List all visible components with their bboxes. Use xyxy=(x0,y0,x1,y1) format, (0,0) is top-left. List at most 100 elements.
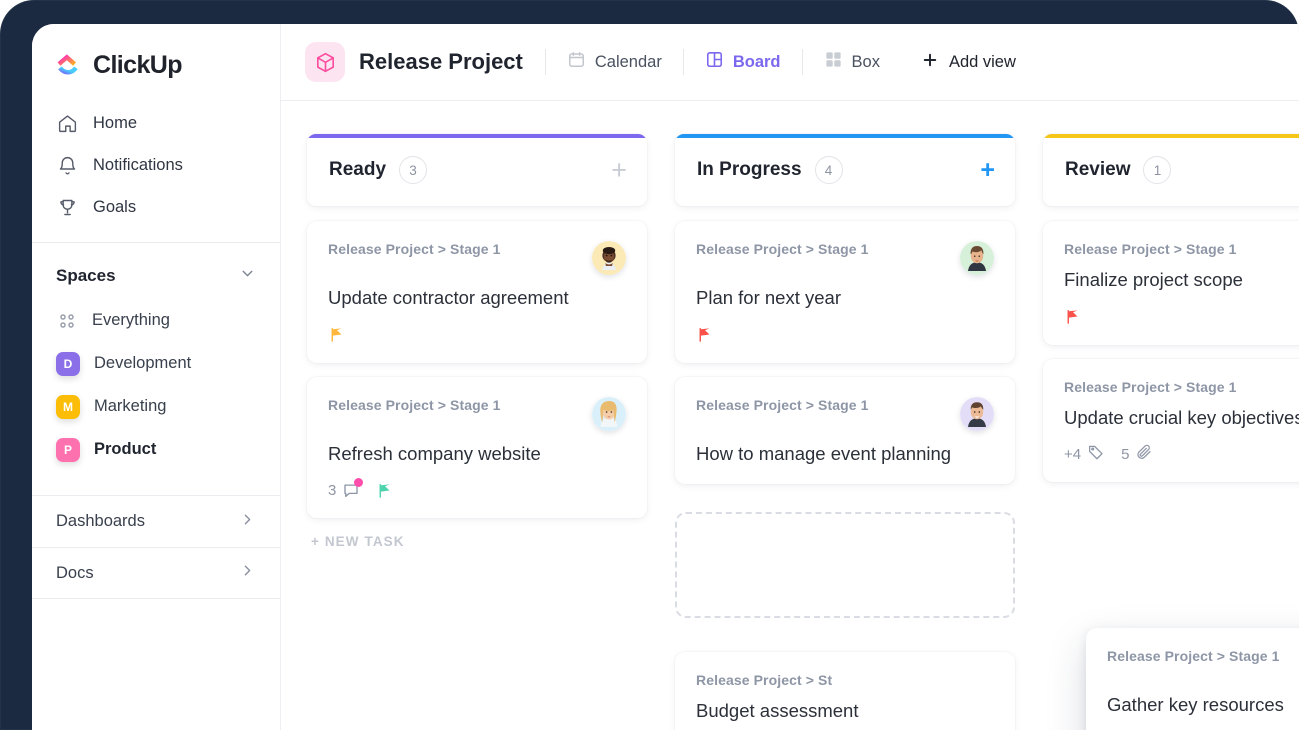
comment-count-value: 3 xyxy=(328,481,337,499)
comment-icon xyxy=(342,478,364,499)
sidebar-item-product[interactable]: P Product xyxy=(32,428,280,471)
spaces-section-header[interactable]: Spaces xyxy=(32,243,280,299)
column-header[interactable]: Review 1 + xyxy=(1043,134,1299,206)
card-title: Update contractor agreement xyxy=(328,287,569,308)
plus-icon xyxy=(921,51,939,74)
sidebar-item-home[interactable]: Home xyxy=(32,102,280,144)
sidebar-item-docs[interactable]: Docs xyxy=(32,547,280,599)
tag-icon xyxy=(1087,443,1105,465)
sidebar-item-dashboards[interactable]: Dashboards xyxy=(32,495,280,547)
task-card[interactable]: Release Project > Stage 1 Update crucial… xyxy=(1043,358,1299,483)
card-meta xyxy=(328,325,626,345)
avatar[interactable] xyxy=(960,396,994,431)
task-card[interactable]: Release Project > St Budget assessment xyxy=(675,652,1015,730)
tag-count-value: +4 xyxy=(1064,445,1082,463)
card-meta xyxy=(696,325,994,345)
top-toolbar: Release Project Calendar Board Box Add v… xyxy=(281,24,1299,101)
attachment-count-value: 5 xyxy=(1121,445,1130,463)
device-frame: ClickUp Home Notifications Goals Spaces … xyxy=(0,0,1299,730)
card-meta: 3 xyxy=(328,478,626,500)
tab-calendar[interactable]: Calendar xyxy=(546,42,683,82)
task-card[interactable]: Release Project > Stage 1 xyxy=(675,221,1015,363)
board-icon xyxy=(705,50,724,74)
column-accent-bar xyxy=(307,134,647,138)
attachment-count[interactable]: 5 xyxy=(1121,443,1153,465)
task-card[interactable]: Release Project > Stage 1 xyxy=(307,376,647,519)
card-breadcrumb: Release Project > Stage 1 xyxy=(328,396,501,413)
avatar[interactable] xyxy=(960,241,994,275)
tab-box[interactable]: Box xyxy=(803,42,901,82)
space-badge-development: D xyxy=(56,351,80,376)
column-title: In Progress xyxy=(697,159,802,180)
sidebar-item-label: Product xyxy=(94,440,157,458)
sidebar-item-label: Everything xyxy=(92,311,170,329)
sidebar-item-marketing[interactable]: M Marketing xyxy=(32,385,280,428)
sidebar-item-notifications[interactable]: Notifications xyxy=(32,144,280,186)
card-title: Plan for next year xyxy=(696,287,841,308)
brand-logo[interactable]: ClickUp xyxy=(32,24,280,102)
column-card-list: Release Project > Stage 1 xyxy=(675,221,1015,730)
sidebar-item-development[interactable]: D Development xyxy=(32,342,280,385)
column-card-list: Release Project > Stage 1 Finalize proje… xyxy=(1043,221,1299,483)
column-title: Review xyxy=(1065,159,1131,180)
tab-label: Calendar xyxy=(594,52,662,71)
card-breadcrumb: Release Project > Stage 1 xyxy=(1064,241,1237,257)
app-window: ClickUp Home Notifications Goals Spaces … xyxy=(32,24,1299,730)
tab-label: Board xyxy=(732,52,781,71)
column-header[interactable]: In Progress 4 + xyxy=(675,134,1015,206)
avatar[interactable] xyxy=(592,396,626,431)
sidebar-item-label: Goals xyxy=(93,197,137,216)
trophy-icon xyxy=(56,196,78,218)
sidebar-item-label: Home xyxy=(93,113,138,132)
card-title: Gather key resources xyxy=(1107,694,1284,715)
comment-count[interactable]: 3 xyxy=(328,478,364,499)
chevron-down-icon[interactable] xyxy=(239,265,256,287)
tab-label: Box xyxy=(851,52,880,71)
sidebar-item-everything[interactable]: Everything xyxy=(32,299,280,342)
dragged-task-card[interactable]: Release Project > Stage 1 Gather key res… xyxy=(1086,628,1299,730)
card-title: Budget assessment xyxy=(696,700,859,722)
box-cube-icon xyxy=(305,42,345,82)
card-title: How to manage event planning xyxy=(696,442,952,464)
home-icon xyxy=(56,112,78,134)
task-card[interactable]: Release Project > Stage 1 xyxy=(675,376,1015,485)
brand-name: ClickUp xyxy=(93,50,182,79)
sidebar-item-goals[interactable]: Goals xyxy=(32,186,280,228)
column-accent-bar xyxy=(1043,134,1299,138)
card-title: Update crucial key objectives xyxy=(1064,406,1299,428)
bell-icon xyxy=(56,154,78,176)
card-meta: +4 5 xyxy=(1064,444,1299,464)
sidebar-item-label: Marketing xyxy=(94,397,167,415)
board-column-review: Review 1 + Release Project > Stage 1 Fin… xyxy=(1043,134,1299,483)
card-breadcrumb: Release Project > Stage 1 xyxy=(328,241,501,257)
column-accent-bar xyxy=(675,134,1015,138)
task-card[interactable]: Release Project > Stage 1 xyxy=(307,221,647,363)
task-card[interactable]: Release Project > Stage 1 Finalize proje… xyxy=(1043,221,1299,345)
card-breadcrumb: Release Project > Stage 1 xyxy=(696,396,869,413)
avatar[interactable] xyxy=(592,241,626,275)
priority-flag-icon[interactable] xyxy=(1064,308,1081,325)
priority-flag-icon[interactable] xyxy=(328,326,345,343)
board-column-ready: Ready 3 + Release Project > Stage 1 Upda… xyxy=(307,134,647,549)
add-view-button[interactable]: Add view xyxy=(901,42,1036,82)
column-count-badge: 4 xyxy=(814,156,843,184)
sidebar: ClickUp Home Notifications Goals Spaces … xyxy=(32,24,281,730)
tab-board[interactable]: Board xyxy=(684,42,802,82)
add-view-label: Add view xyxy=(948,52,1016,71)
space-badge-marketing: M xyxy=(56,394,80,419)
tag-count[interactable]: +4 xyxy=(1064,443,1105,465)
column-add-task-button[interactable]: + xyxy=(980,157,995,183)
priority-flag-icon[interactable] xyxy=(696,326,713,343)
kanban-board: Ready 3 + Release Project > Stage 1 Upda… xyxy=(281,101,1299,730)
card-breadcrumb: Release Project > Stage 1 xyxy=(696,241,869,257)
chevron-right-icon xyxy=(239,562,256,584)
priority-flag-icon[interactable] xyxy=(376,482,393,499)
card-breadcrumb: Release Project > St xyxy=(696,672,833,689)
new-task-button[interactable]: + NEW TASK xyxy=(307,534,647,549)
column-header[interactable]: Ready 3 + xyxy=(307,134,647,206)
card-breadcrumb: Release Project > Stage 1 xyxy=(1064,378,1237,395)
column-add-task-button[interactable]: + xyxy=(611,156,627,184)
page-title: Release Project xyxy=(359,49,523,74)
card-meta xyxy=(1064,307,1299,327)
main-area: Release Project Calendar Board Box Add v… xyxy=(281,24,1299,730)
